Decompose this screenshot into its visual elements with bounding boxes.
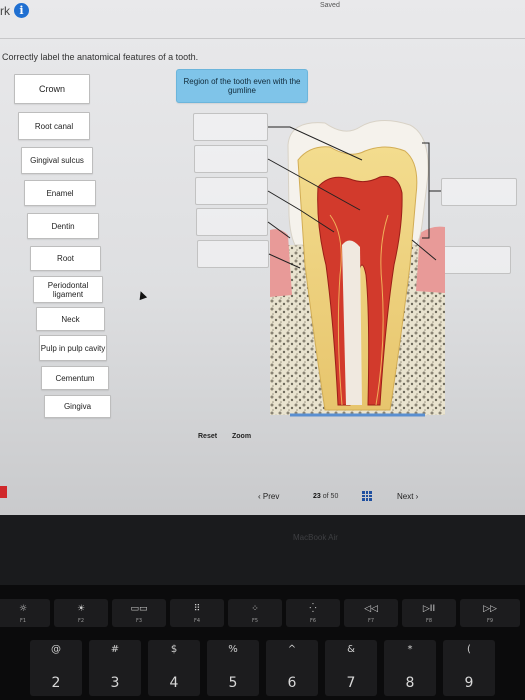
label-card-dentin[interactable]: Dentin bbox=[27, 213, 99, 239]
prev-label: Prev bbox=[262, 492, 280, 501]
chevron-right-icon: › bbox=[413, 492, 419, 501]
key-8-number: 8 bbox=[405, 675, 415, 691]
key-f5[interactable]: ⁘ F5 bbox=[228, 599, 282, 627]
brightness-down-icon: ☼ bbox=[18, 604, 28, 614]
page-current: 23 bbox=[313, 493, 321, 500]
key-7[interactable]: & 7 bbox=[325, 640, 377, 696]
key-2-symbol: @ bbox=[51, 644, 61, 655]
key-5[interactable]: % 5 bbox=[207, 640, 259, 696]
drop-target-2[interactable] bbox=[194, 145, 268, 173]
info-icon[interactable]: i bbox=[14, 3, 29, 18]
f4-label: F4 bbox=[193, 618, 201, 624]
key-3-number: 3 bbox=[110, 675, 120, 691]
key-f1[interactable]: ☼ F1 bbox=[0, 599, 50, 627]
label-card-gingiva[interactable]: Gingiva bbox=[44, 395, 111, 418]
f8-label: F8 bbox=[425, 618, 433, 624]
key-5-number: 5 bbox=[228, 675, 238, 691]
label-card-root-canal[interactable]: Root canal bbox=[18, 112, 90, 140]
key-2[interactable]: @ 2 bbox=[30, 640, 82, 696]
f6-label: F6 bbox=[309, 618, 317, 624]
label-card-neck[interactable]: Neck bbox=[36, 307, 105, 331]
key-7-symbol: & bbox=[347, 644, 355, 655]
label-card-crown[interactable]: Crown bbox=[14, 74, 90, 104]
page-indicator: 23 of 50 bbox=[313, 493, 338, 500]
key-f3[interactable]: ▭▭ F3 bbox=[112, 599, 166, 627]
keyboard-light-down-icon: ⁘ bbox=[251, 604, 259, 614]
key-f6[interactable]: ⁛ F6 bbox=[286, 599, 340, 627]
key-6[interactable]: ^ 6 bbox=[266, 640, 318, 696]
mouse-cursor-icon bbox=[136, 289, 148, 301]
gingiva-right bbox=[416, 226, 445, 293]
keyboard: ☼ F1 ☀ F2 ▭▭ F3 ⠿ F4 ⁘ F5 ⁛ F6 ◁◁ F7 ▷II… bbox=[0, 585, 525, 700]
f5-label: F5 bbox=[251, 618, 259, 624]
next-button[interactable]: Next › bbox=[397, 492, 418, 501]
placed-label-region-gumline[interactable]: Region of the tooth even with the gumlin… bbox=[176, 69, 308, 103]
key-3[interactable]: # 3 bbox=[89, 640, 141, 696]
mission-control-icon: ▭▭ bbox=[130, 604, 148, 614]
assignment-header: rk i Saved bbox=[0, 0, 525, 22]
keyboard-light-up-icon: ⁛ bbox=[309, 604, 317, 614]
key-6-symbol: ^ bbox=[287, 644, 297, 655]
page-of: of bbox=[322, 493, 329, 500]
key-5-symbol: % bbox=[228, 644, 238, 655]
label-card-gingival-sulcus[interactable]: Gingival sulcus bbox=[21, 147, 93, 174]
rewind-icon: ◁◁ bbox=[364, 604, 378, 614]
laptop-bezel: MacBook Air bbox=[0, 515, 525, 585]
browser-screen: rk i Saved Correctly label the anatomica… bbox=[0, 0, 525, 515]
assignment-title: rk bbox=[0, 4, 10, 18]
drop-target-1[interactable] bbox=[193, 113, 268, 141]
key-f2[interactable]: ☀ F2 bbox=[54, 599, 108, 627]
key-3-symbol: # bbox=[110, 644, 120, 655]
key-f7[interactable]: ◁◁ F7 bbox=[344, 599, 398, 627]
drop-target-4[interactable] bbox=[196, 208, 268, 236]
f9-label: F9 bbox=[486, 618, 494, 624]
drop-target-6[interactable] bbox=[441, 178, 517, 206]
side-tab[interactable] bbox=[0, 486, 7, 498]
label-card-cementum[interactable]: Cementum bbox=[41, 366, 109, 390]
label-card-pulp-in-pulp-cavity[interactable]: Pulp in pulp cavity bbox=[39, 335, 107, 361]
key-9-number: 9 bbox=[464, 675, 474, 691]
drop-target-7[interactable] bbox=[436, 246, 511, 274]
drop-target-3[interactable] bbox=[195, 177, 268, 205]
reset-button[interactable]: Reset bbox=[198, 433, 217, 440]
key-f4[interactable]: ⠿ F4 bbox=[170, 599, 224, 627]
key-4-number: 4 bbox=[169, 675, 179, 691]
key-4-symbol: $ bbox=[170, 644, 178, 655]
f1-label: F1 bbox=[19, 618, 27, 624]
key-8-symbol: * bbox=[407, 644, 413, 655]
f2-label: F2 bbox=[77, 618, 85, 624]
header-divider bbox=[0, 38, 525, 39]
laptop-brand: MacBook Air bbox=[293, 533, 338, 542]
label-card-root[interactable]: Root bbox=[30, 246, 101, 271]
brightness-up-icon: ☀ bbox=[76, 604, 86, 614]
question-instructions: Correctly label the anatomical features … bbox=[2, 52, 199, 62]
label-card-periodontal-ligament[interactable]: Periodontal ligament bbox=[33, 276, 103, 303]
key-7-number: 7 bbox=[346, 675, 356, 691]
gingiva-left bbox=[270, 229, 292, 297]
f7-label: F7 bbox=[367, 618, 375, 624]
prev-button[interactable]: ‹ Prev bbox=[258, 492, 279, 501]
zoom-button[interactable]: Zoom bbox=[232, 433, 251, 440]
saved-status: Saved bbox=[320, 2, 340, 9]
key-8[interactable]: * 8 bbox=[384, 640, 436, 696]
key-9[interactable]: ( 9 bbox=[443, 640, 495, 696]
launchpad-icon: ⠿ bbox=[193, 604, 201, 614]
key-6-number: 6 bbox=[287, 675, 297, 691]
key-9-symbol: ( bbox=[467, 644, 471, 655]
label-card-enamel[interactable]: Enamel bbox=[24, 180, 96, 206]
page-total: 50 bbox=[330, 493, 339, 500]
key-f9[interactable]: ▷▷ F9 bbox=[460, 599, 520, 627]
key-2-number: 2 bbox=[51, 675, 61, 691]
play-pause-icon: ▷II bbox=[422, 604, 436, 614]
fast-forward-icon: ▷▷ bbox=[483, 604, 497, 614]
key-4[interactable]: $ 4 bbox=[148, 640, 200, 696]
f3-label: F3 bbox=[135, 618, 143, 624]
grid-icon[interactable] bbox=[362, 491, 372, 501]
key-f8[interactable]: ▷II F8 bbox=[402, 599, 456, 627]
drop-target-5[interactable] bbox=[197, 240, 269, 268]
tooth-diagram bbox=[270, 120, 445, 417]
next-label: Next bbox=[397, 492, 414, 501]
